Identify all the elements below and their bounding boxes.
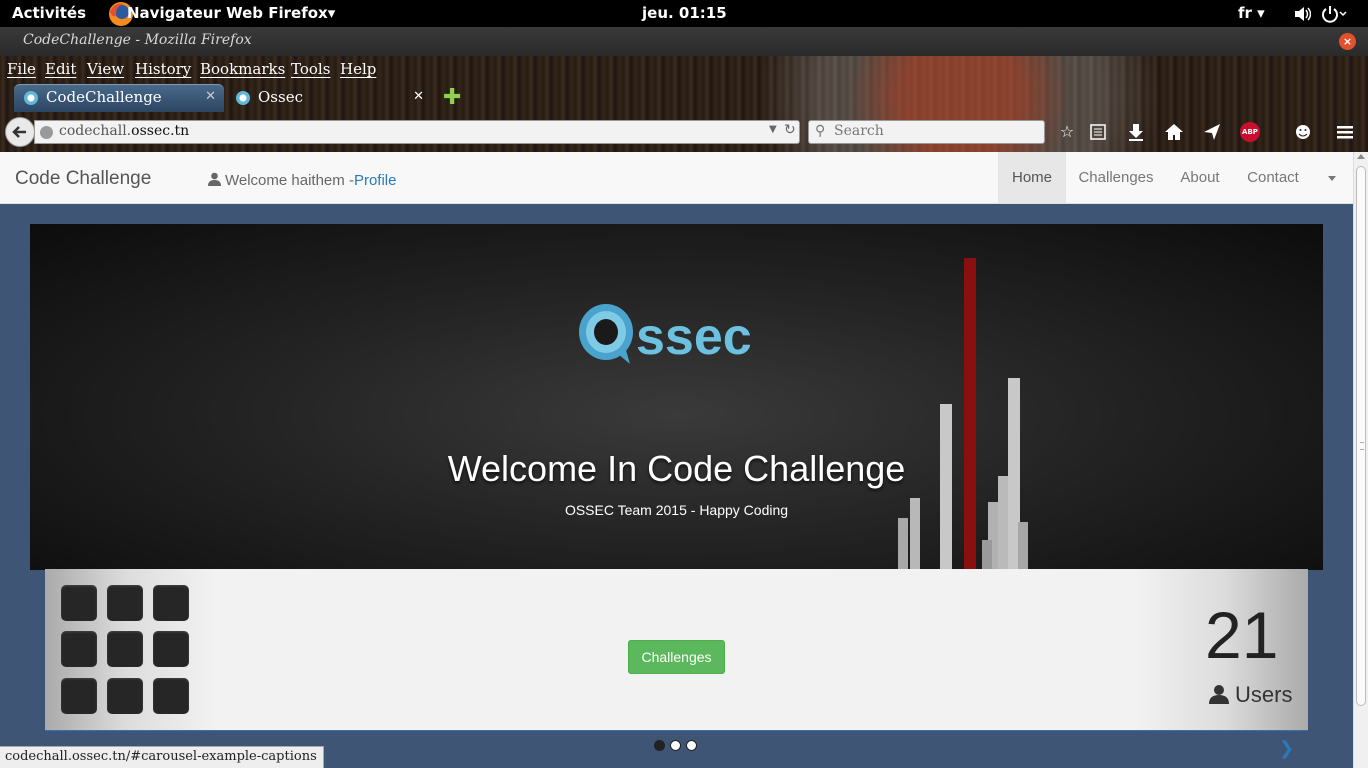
tab-strip: CodeChallenge ✕ Ossec ✕ ✚ <box>0 82 1368 112</box>
new-tab-plus-icon[interactable]: ✚ <box>443 85 461 110</box>
language-selector[interactable]: fr ▾ <box>1238 4 1265 22</box>
link-status-bar: codechall.ossec.tn/#carousel-example-cap… <box>0 746 324 768</box>
menu-help[interactable]: Help <box>340 60 376 78</box>
activities-button[interactable]: Activités <box>12 4 86 22</box>
tab-label: Ossec <box>258 88 303 106</box>
url-history-dropdown-icon[interactable]: ▼ <box>769 124 777 135</box>
nav-about[interactable]: About <box>1166 152 1234 203</box>
carousel-dot-3[interactable] <box>686 740 697 751</box>
menu-edit[interactable]: Edit <box>45 60 76 78</box>
ossec-logo: ssec <box>579 304 752 366</box>
nav-contact[interactable]: Contact <box>1234 152 1312 203</box>
navigation-toolbar: codechall.ossec.tn ▼ ↻ ⚲ Search ☆ ABP <box>0 112 1368 152</box>
users-label: Users <box>1209 682 1292 708</box>
ossec-favicon-icon <box>236 91 250 105</box>
nav-dropdown-caret-icon[interactable] <box>1328 176 1336 181</box>
share-icon[interactable] <box>1202 122 1222 142</box>
tab-close-icon[interactable]: ✕ <box>413 89 424 104</box>
tab-codechallenge[interactable]: CodeChallenge ✕ <box>14 84 224 112</box>
clock[interactable]: jeu. 01:15 <box>642 4 727 22</box>
reload-icon[interactable]: ↻ <box>784 122 796 138</box>
reading-list-icon[interactable] <box>1088 122 1108 142</box>
bar-graphic-decoration <box>898 258 1028 570</box>
window-close-button[interactable]: × <box>1339 33 1356 50</box>
bookmark-star-icon[interactable]: ☆ <box>1057 122 1077 142</box>
carousel-dot-1[interactable] <box>654 740 665 751</box>
welcome-message: Welcome haithem -Profile <box>208 171 396 189</box>
system-top-bar: Activités Navigateur Web Firefox▾ jeu. 0… <box>0 0 1368 27</box>
volume-icon[interactable] <box>1293 5 1311 23</box>
power-menu-icon[interactable] <box>1321 5 1347 23</box>
logo-text: ssec <box>636 308 752 366</box>
carousel-next-chevron-icon[interactable]: ❯ <box>1279 738 1294 759</box>
url-text: codechall.ossec.tn <box>59 123 190 139</box>
challenges-button[interactable]: Challenges <box>628 640 725 674</box>
menu-bookmarks[interactable]: Bookmarks <box>200 60 285 78</box>
carousel-dot-2[interactable] <box>670 740 681 751</box>
scrollbar-thumb[interactable] <box>1356 166 1366 706</box>
user-icon <box>1209 685 1229 704</box>
page-scrollbar[interactable] <box>1353 152 1368 768</box>
download-icon[interactable] <box>1126 122 1146 142</box>
browser-chrome: File Edit View History Bookmarks Tools H… <box>0 56 1368 152</box>
site-navbar: Code Challenge Welcome haithem -Profile … <box>0 152 1353 204</box>
back-arrow-icon <box>12 126 26 138</box>
window-title: CodeChallenge - Mozilla Firefox <box>23 32 252 48</box>
users-count: 21 <box>1205 598 1279 672</box>
site-identity-globe-icon[interactable] <box>40 126 53 139</box>
app-menu[interactable]: Navigateur Web Firefox▾ <box>127 4 335 22</box>
back-button[interactable] <box>5 117 35 147</box>
site-brand[interactable]: Code Challenge <box>15 168 151 190</box>
tab-ossec[interactable]: Ossec ✕ <box>226 84 432 112</box>
menu-view[interactable]: View <box>87 60 124 78</box>
profile-link[interactable]: Profile <box>354 172 397 189</box>
ossec-favicon-icon <box>24 91 38 105</box>
scroll-up-icon[interactable] <box>1357 154 1365 159</box>
carousel-hero: ssec Welcome In Code Challenge OSSEC Tea… <box>30 224 1323 570</box>
home-icon[interactable] <box>1164 122 1184 142</box>
adblock-plus-icon[interactable]: ABP <box>1240 122 1260 142</box>
tab-label: CodeChallenge <box>46 88 162 106</box>
nav-home[interactable]: Home <box>998 152 1066 203</box>
window-titlebar[interactable]: CodeChallenge - Mozilla Firefox × <box>0 27 1368 56</box>
tab-close-icon[interactable]: ✕ <box>205 89 216 104</box>
hero-subtitle: OSSEC Team 2015 - Happy Coding <box>564 502 789 518</box>
menu-bar: File Edit View History Bookmarks Tools H… <box>0 56 1368 82</box>
smiley-icon[interactable] <box>1293 122 1313 142</box>
stats-panel: Challenges 21 Users <box>45 569 1308 731</box>
menu-history[interactable]: History <box>135 60 191 78</box>
hamburger-menu-icon[interactable] <box>1335 122 1355 142</box>
hero-title: Welcome In Code Challenge <box>447 448 906 489</box>
page-viewport: Code Challenge Welcome haithem -Profile … <box>0 152 1368 768</box>
user-icon <box>208 172 221 186</box>
search-placeholder: Search <box>834 123 884 139</box>
search-bar[interactable]: ⚲ Search <box>808 120 1045 144</box>
nav-challenges[interactable]: Challenges <box>1066 152 1166 203</box>
url-bar[interactable]: codechall.ossec.tn ▼ ↻ <box>34 120 800 144</box>
search-icon: ⚲ <box>815 123 826 139</box>
menu-tools[interactable]: Tools <box>291 60 330 78</box>
menu-file[interactable]: File <box>7 60 36 78</box>
